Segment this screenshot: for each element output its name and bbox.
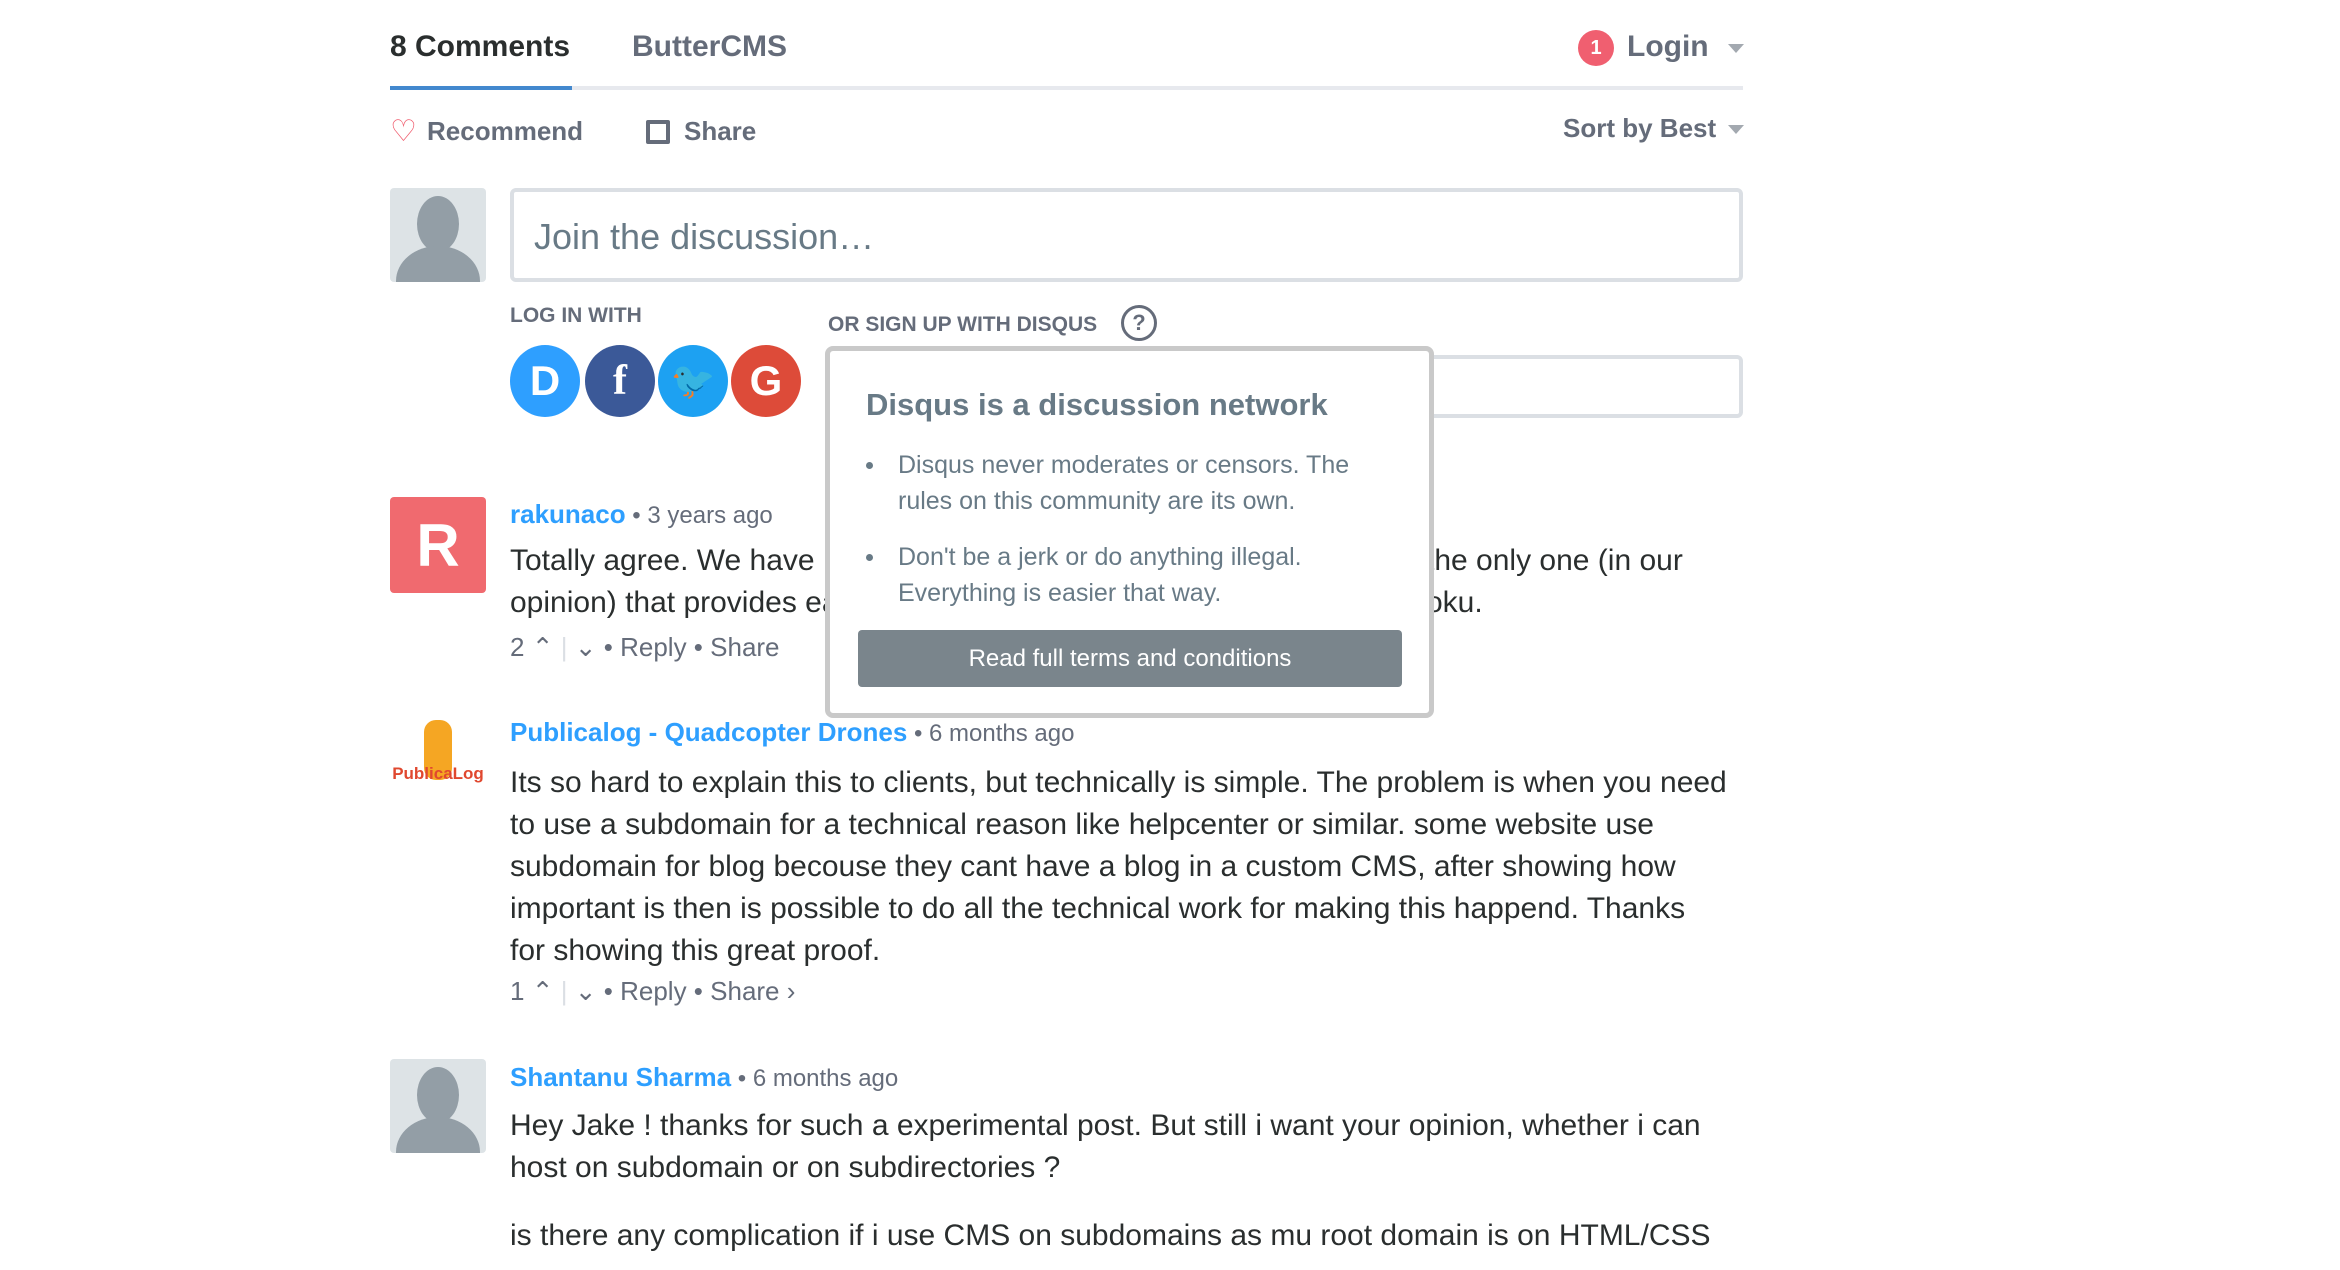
sign-up-label: OR SIGN UP WITH DISQUS [828,313,1098,336]
chevron-down-icon[interactable] [1728,44,1744,53]
downvote-icon[interactable]: ⌄ [575,632,597,662]
tab-divider [390,86,1743,90]
comment-text: Its so hard to explain this to clients, … [510,766,1727,967]
user-avatar [390,188,486,282]
comment-input[interactable]: Join the discussion… [510,188,1743,282]
comment-author[interactable]: rakunaco [510,499,626,529]
login-button[interactable]: Login [1627,30,1709,64]
popup-title: Disqus is a discussion network [866,387,1328,422]
google-login-icon[interactable]: G [731,345,801,417]
comment-author[interactable]: Shantanu Sharma [510,1062,731,1092]
vote-count: 1 [510,976,525,1006]
disqus-info-popup: Disqus is a discussion network Disqus ne… [825,346,1434,718]
comment-time[interactable]: 6 months ago [929,720,1074,747]
comment-author[interactable]: Publicalog - Quadcopter Drones [510,717,907,747]
comment-time[interactable]: 3 years ago [647,502,772,529]
share-button[interactable]: Share [710,632,779,662]
log-in-with-label: LOG IN WITH [510,304,642,327]
shantanu-avatar[interactable] [390,1059,486,1153]
comment-actions: 1 ⌃ | ⌄ • Reply • Share › [510,976,796,1006]
upvote-icon[interactable]: ⌃ [532,632,554,662]
comment-text: the only one (in our [1426,544,1683,577]
read-terms-button[interactable]: Read full terms and conditions [858,630,1402,687]
heart-icon[interactable]: ♡ [390,117,417,147]
facebook-login-icon[interactable]: f [585,345,655,417]
rakunaco-avatar[interactable]: R [390,497,486,593]
vote-count: 2 [510,632,525,662]
comment-time[interactable]: 6 months ago [753,1065,898,1092]
comment-text: is there any complication if i use CMS o… [510,1219,1711,1252]
reply-button[interactable]: Reply [620,976,686,1006]
reply-button[interactable]: Reply [620,632,686,662]
comment-text: Hey Jake ! thanks for such a experimenta… [510,1109,1701,1184]
notification-badge[interactable]: 1 [1578,30,1614,66]
tab-comments[interactable]: 8 Comments [390,30,570,64]
share-icon[interactable] [646,120,670,144]
disqus-login-icon[interactable]: D [510,345,580,417]
comment-text: oku. [1426,586,1483,619]
downvote-icon[interactable]: ⌄ [575,976,597,1006]
popup-bullet: Disqus never moderates or censors. The r… [858,447,1398,519]
recommend-button[interactable]: Recommend [427,116,583,147]
comment-text: Totally agree. We have r [510,544,833,577]
twitter-login-icon[interactable]: 🐦 [658,345,728,417]
sort-dropdown[interactable]: Sort by Best [1563,113,1716,144]
chevron-down-icon[interactable] [1728,125,1744,134]
tab-community[interactable]: ButterCMS [632,30,787,64]
comment-actions: 2 ⌃ | ⌄ • Reply • Share [510,632,780,662]
help-icon[interactable]: ? [1121,305,1157,341]
share-button[interactable]: Share › [710,976,795,1006]
active-tab-underline [390,86,572,90]
publicalog-avatar[interactable]: PublicaLog [390,720,486,802]
comment-text: opinion) that provides ea [510,586,839,619]
upvote-icon[interactable]: ⌃ [532,976,554,1006]
share-button[interactable]: Share [684,116,756,147]
popup-bullet: Don't be a jerk or do anything illegal. … [858,539,1398,611]
